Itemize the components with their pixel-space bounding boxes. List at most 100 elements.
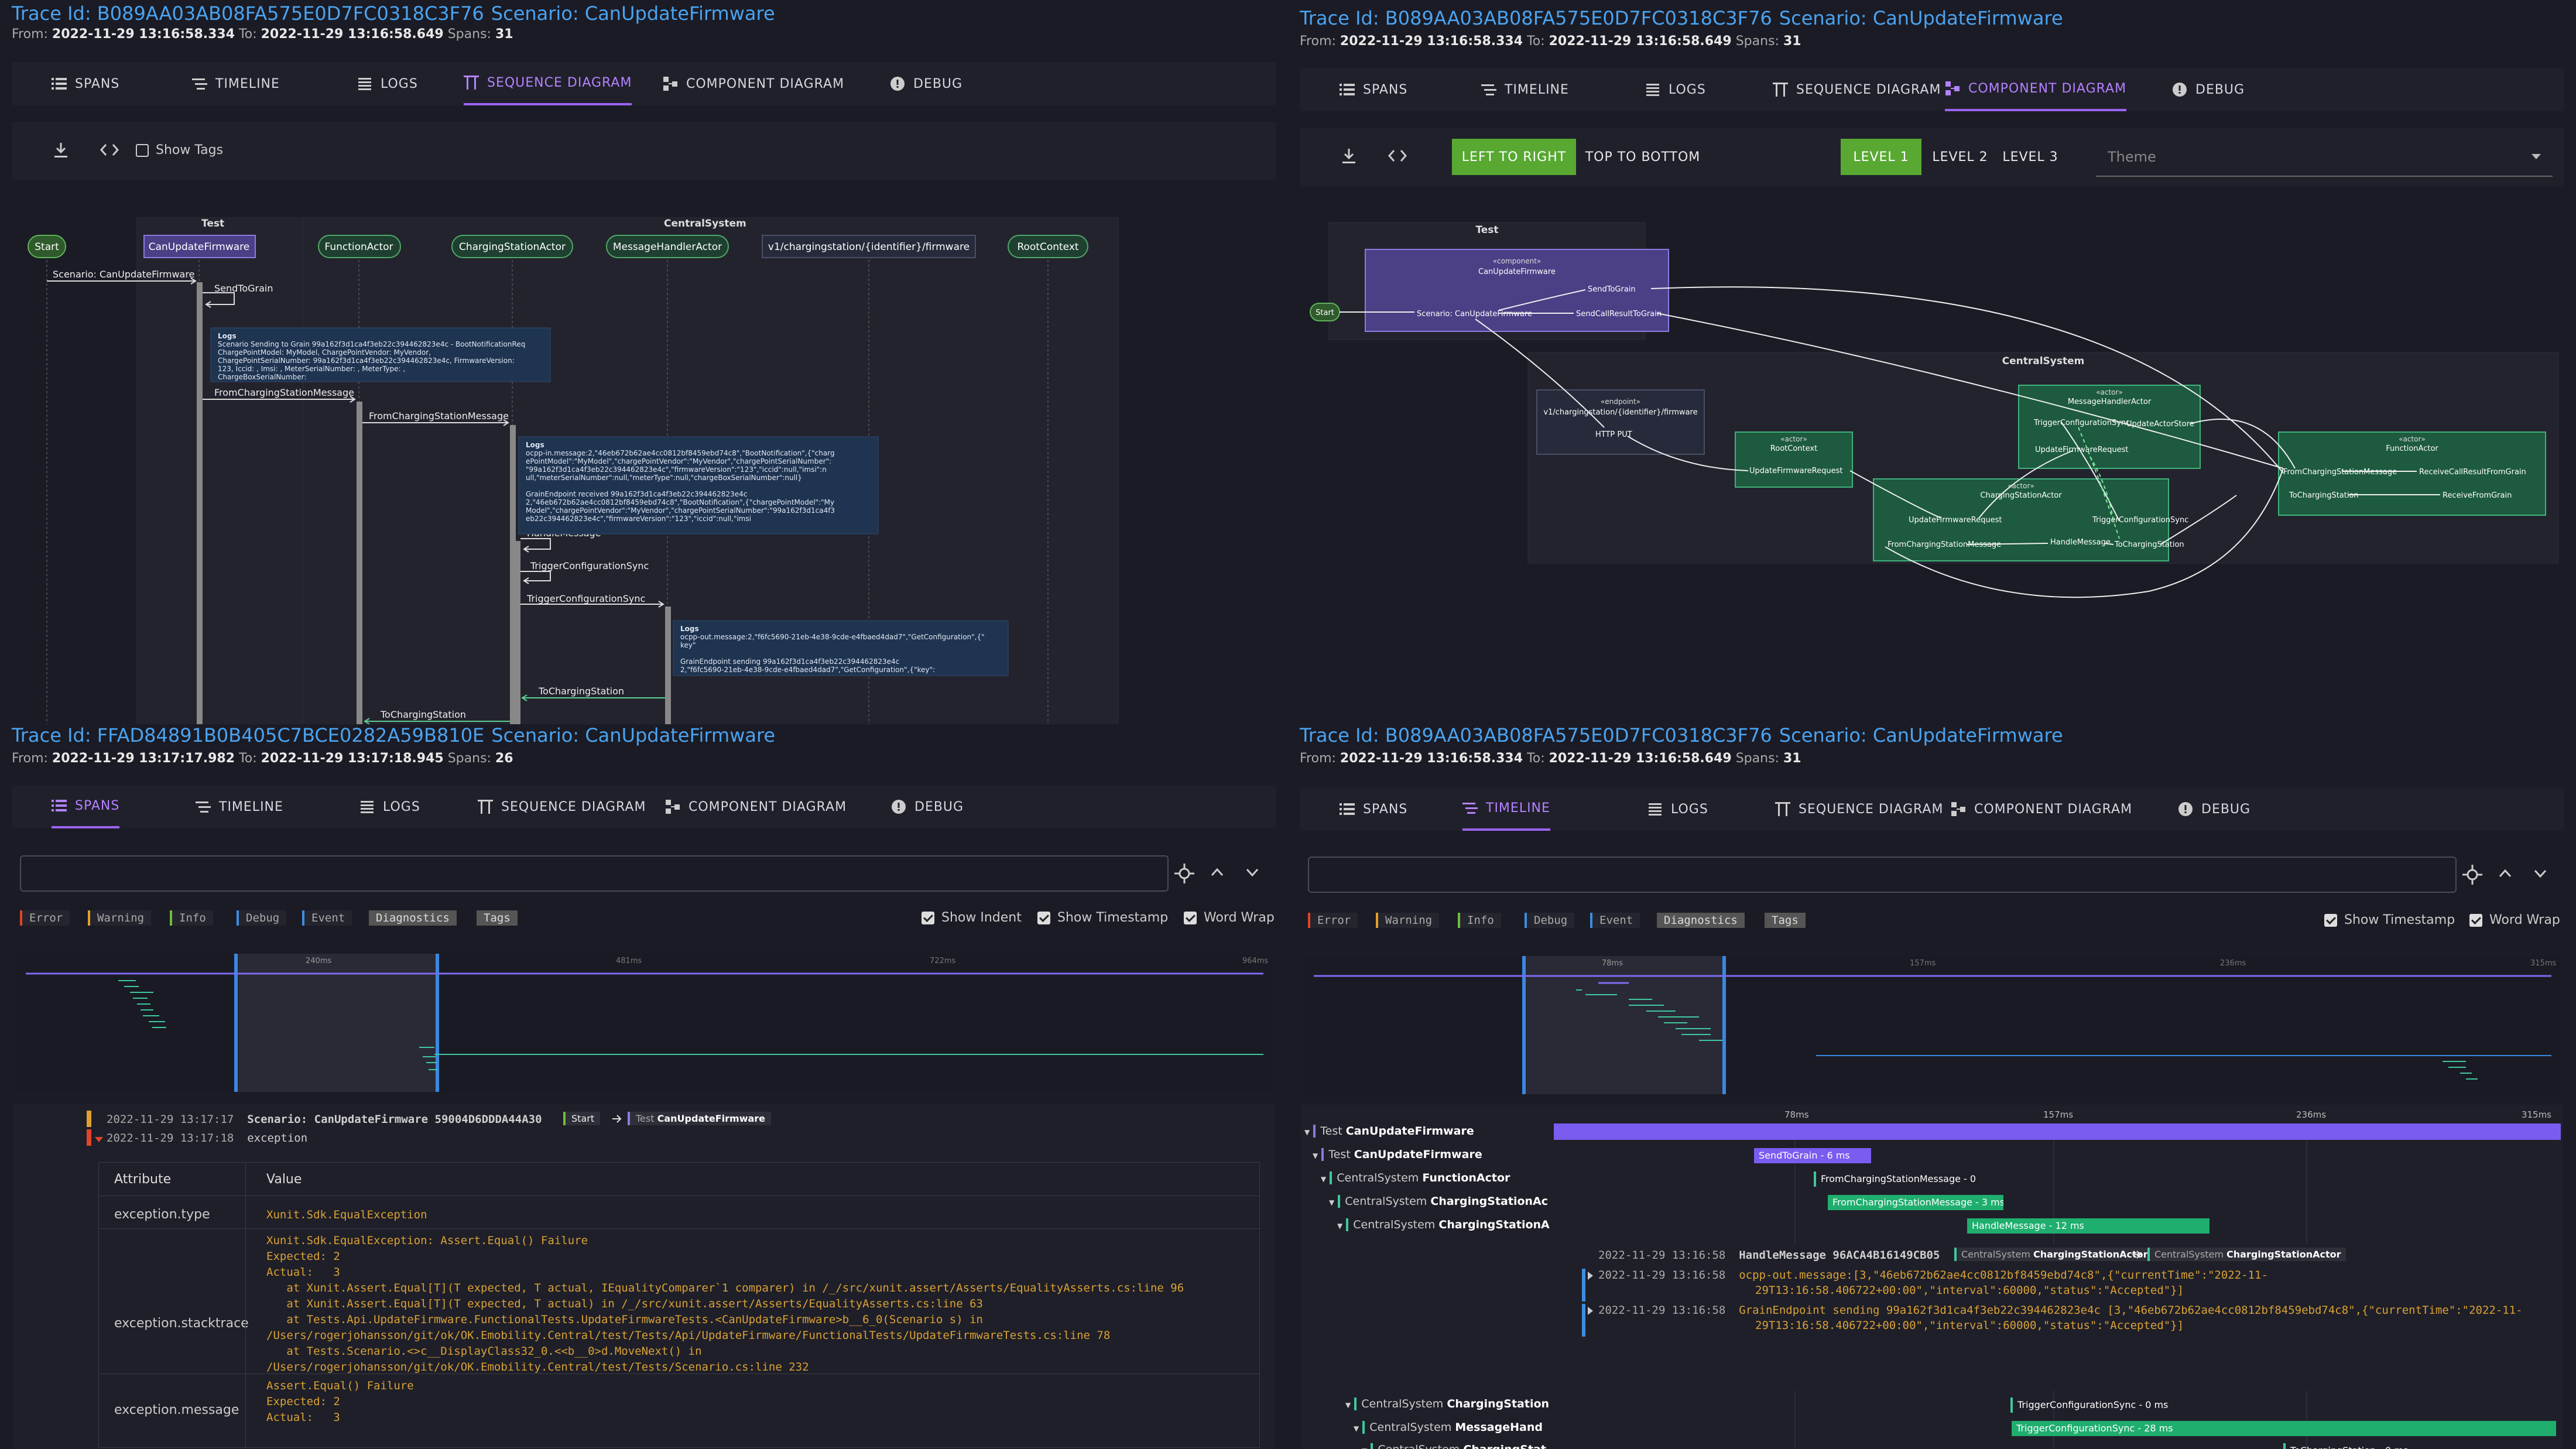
span-bar[interactable]: ToChargingStation - 0 ms — [2283, 1443, 2447, 1449]
tab-timeline[interactable]: TIMELINE — [1462, 787, 1550, 831]
span-row[interactable]: ▼ CentralSystem FunctionActor — [1321, 1171, 1510, 1184]
span-row[interactable]: ▼ Test CanUpdateFirmware — [1313, 1148, 1482, 1161]
filter-info[interactable]: Info — [170, 910, 213, 926]
show-timestamp-checkbox[interactable]: Show Timestamp — [2324, 913, 2455, 927]
chevron-up-icon[interactable] — [2499, 868, 2512, 880]
timeline-overview[interactable]: 78ms 157ms 236ms 315ms — [1301, 956, 2563, 1094]
chevron-down-icon[interactable] — [2534, 869, 2547, 881]
show-tags-checkbox[interactable]: Show Tags — [136, 143, 223, 157]
span-row[interactable]: ▼ CentralSystem ChargingStat — [1362, 1443, 1546, 1449]
top-to-bottom-button[interactable]: TOP TO BOTTOM — [1580, 139, 1706, 175]
download-icon[interactable] — [53, 142, 69, 162]
tab-component-diagram[interactable]: COMPONENT DIAGRAM — [1945, 68, 2127, 111]
chevron-right-icon[interactable] — [1588, 1306, 1594, 1317]
level-marker — [87, 1111, 91, 1127]
filter-debug[interactable]: Debug — [237, 910, 287, 926]
span-bar[interactable]: HandleMessage - 12 ms — [1967, 1218, 2210, 1234]
tab-label: COMPONENT DIAGRAM — [688, 799, 847, 814]
code-icon[interactable] — [1388, 149, 1407, 165]
span-bar[interactable]: SendToGrain - 6 ms — [1754, 1148, 1871, 1163]
tab-sequence-diagram[interactable]: SEQUENCE DIAGRAM — [478, 785, 646, 828]
level-1-button[interactable]: LEVEL 1 — [1841, 139, 1921, 175]
filter-event[interactable]: Event — [1590, 913, 1640, 928]
tab-timeline[interactable]: TIMELINE — [192, 62, 280, 105]
code-icon[interactable] — [100, 143, 119, 159]
tab-component-diagram[interactable]: COMPONENT DIAGRAM — [665, 785, 847, 828]
download-icon[interactable] — [1341, 148, 1357, 167]
span-bar[interactable]: FromChargingStationMessage - 3 ms — [1828, 1195, 2003, 1210]
tab-debug[interactable]: DEBUG — [890, 62, 962, 105]
tab-sequence-diagram[interactable]: SEQUENCE DIAGRAM — [1773, 68, 1941, 111]
word-wrap-label: Word Wrap — [1204, 910, 1275, 925]
filter-info[interactable]: Info — [1458, 913, 1501, 928]
tab-debug[interactable]: DEBUG — [2172, 68, 2245, 111]
log-note-line: "99a162f3d1ca4f3eb22c394462823e4c","firm… — [526, 465, 827, 474]
from-time: 2022-11-29 13:16:58.334 — [1340, 34, 1523, 49]
span-bar[interactable]: FromChargingStationMessage - 0 ms — [1814, 1171, 1978, 1187]
search-input[interactable] — [20, 855, 1169, 892]
word-wrap-checkbox[interactable]: Word Wrap — [2469, 913, 2560, 927]
level-3-button[interactable]: LEVEL 3 — [1996, 139, 2064, 175]
search-input[interactable] — [1308, 857, 2457, 893]
svg-text:ToChargingStation: ToChargingStation — [2114, 540, 2184, 549]
chevron-down-icon: ▼ — [1354, 1424, 1359, 1433]
attr-key: exception.stacktrace — [114, 1316, 249, 1331]
span-row[interactable]: ▼ CentralSystem ChargingStationA — [1337, 1218, 1550, 1231]
chevron-down-icon: ▼ — [1329, 1198, 1335, 1207]
tab-spans[interactable]: SPANS — [1340, 68, 1407, 111]
theme-select[interactable]: Theme — [2096, 136, 2553, 177]
filter-warning[interactable]: Warning — [88, 910, 152, 926]
filter-debug[interactable]: Debug — [1525, 913, 1575, 928]
scenario-name: Scenario: CanUpdateFirmware — [1779, 7, 2063, 29]
tab-logs[interactable]: LOGS — [1645, 68, 1706, 111]
tab-logs[interactable]: LOGS — [1647, 787, 1708, 831]
filter-diagnostics[interactable]: Diagnostics — [369, 910, 457, 926]
tab-logs[interactable]: LOGS — [359, 785, 420, 828]
filter-tags[interactable]: Tags — [477, 910, 518, 926]
log-row[interactable]: 2022-11-29 13:17:17 Scenario: CanUpdateF… — [107, 1113, 542, 1126]
tab-spans[interactable]: SPANS — [1340, 787, 1407, 831]
tab-logs[interactable]: LOGS — [357, 62, 418, 105]
chevron-right-icon[interactable] — [1588, 1271, 1594, 1282]
info-icon — [890, 76, 905, 91]
chevron-up-icon[interactable] — [1211, 867, 1224, 879]
span-row[interactable]: ▼ CentralSystem ChargingStation — [1345, 1397, 1549, 1410]
filter-error[interactable]: Error — [1308, 913, 1358, 928]
span-bar[interactable]: TriggerConfigurationSync - 0 ms — [2010, 1397, 2174, 1413]
crosshair-icon[interactable] — [2462, 865, 2482, 887]
svg-text:964ms: 964ms — [1242, 957, 1268, 965]
filter-diagnostics[interactable]: Diagnostics — [1657, 913, 1745, 928]
timeline-overview[interactable]: 240ms 481ms 722ms 964ms — [13, 954, 1275, 1092]
tab-component-diagram[interactable]: COMPONENT DIAGRAM — [663, 62, 844, 105]
crosshair-icon[interactable] — [1174, 864, 1194, 886]
tab-sequence-diagram[interactable]: SEQUENCE DIAGRAM — [464, 62, 632, 105]
span-bar-root[interactable] — [1554, 1123, 2561, 1140]
tab-label: SPANS — [1363, 82, 1408, 97]
log-row[interactable]: 2022-11-29 13:17:18 exception — [107, 1132, 307, 1145]
filter-event[interactable]: Event — [302, 910, 352, 926]
span-row[interactable]: ▼ CentralSystem MessageHand — [1354, 1421, 1543, 1434]
tab-debug[interactable]: DEBUG — [891, 785, 964, 828]
svg-text:ToChargingStation: ToChargingStation — [2289, 491, 2359, 500]
span-row[interactable]: ▼ CentralSystem ChargingStationAc — [1329, 1195, 1548, 1208]
span-row[interactable]: ▼ Test CanUpdateFirmware — [1304, 1125, 1474, 1138]
span-bar[interactable]: TriggerConfigurationSync - 28 ms — [2012, 1421, 2556, 1436]
word-wrap-checkbox[interactable]: Word Wrap — [1184, 910, 1275, 925]
tab-timeline[interactable]: TIMELINE — [196, 785, 283, 828]
filter-error[interactable]: Error — [20, 910, 70, 926]
tab-timeline[interactable]: TIMELINE — [1481, 68, 1569, 111]
tab-label: COMPONENT DIAGRAM — [1968, 81, 2127, 96]
tab-spans[interactable]: SPANS — [52, 62, 119, 105]
tab-sequence-diagram[interactable]: SEQUENCE DIAGRAM — [1775, 787, 1943, 831]
tab-component-diagram[interactable]: COMPONENT DIAGRAM — [1951, 787, 2132, 831]
level-2-button[interactable]: LEVEL 2 — [1926, 139, 1994, 175]
tab-spans[interactable]: SPANS — [52, 785, 120, 828]
show-indent-checkbox[interactable]: Show Indent — [922, 910, 1022, 925]
filter-tags[interactable]: Tags — [1765, 913, 1806, 928]
chevron-down-icon[interactable] — [95, 1134, 103, 1145]
tab-debug[interactable]: DEBUG — [2178, 787, 2250, 831]
chevron-down-icon[interactable] — [1246, 868, 1259, 880]
filter-warning[interactable]: Warning — [1376, 913, 1440, 928]
left-to-right-button[interactable]: LEFT TO RIGHT — [1452, 139, 1576, 175]
show-timestamp-checkbox[interactable]: Show Timestamp — [1037, 910, 1168, 925]
